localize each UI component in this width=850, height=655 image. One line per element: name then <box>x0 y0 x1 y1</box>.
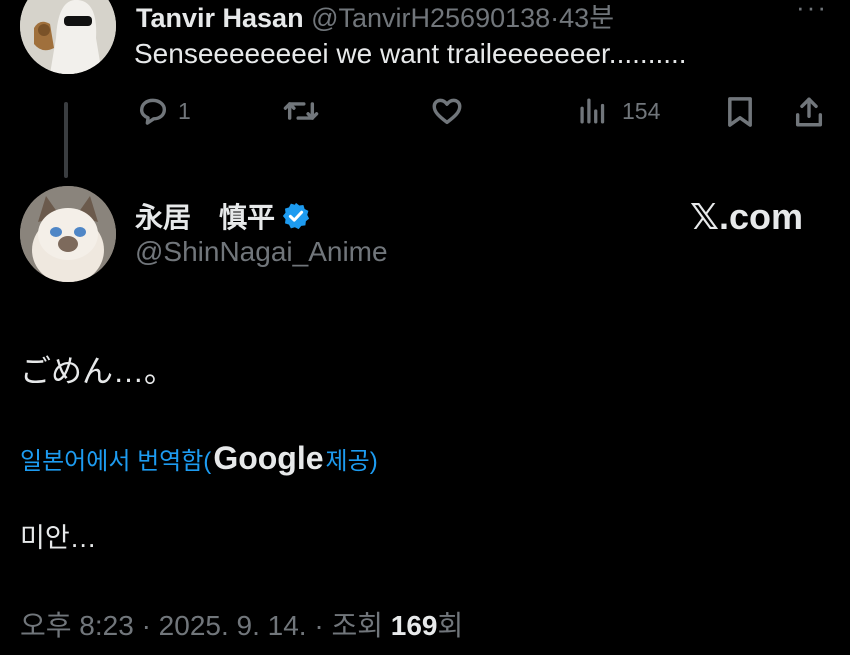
views-count: 154 <box>622 97 661 124</box>
tweet-meta: 오후 8:23 · 2025. 9. 14. · 조회 169회 <box>20 604 463 644</box>
tweet-timestamp[interactable]: 오후 8:23 · 2025. 9. 14. · 조회 <box>20 610 391 641</box>
views-button[interactable]: 154 <box>578 94 660 128</box>
google-logo: Google <box>213 440 324 476</box>
bookmark-icon <box>728 97 752 127</box>
main-tweet-text: ごめん…。 <box>20 354 175 389</box>
more-options-icon[interactable]: ··· <box>796 0 828 23</box>
view-count: 169 <box>390 610 438 641</box>
reply-time-separator: · <box>550 3 560 33</box>
reply-author-header[interactable]: Tanvir Hasan @TanvirH25690138·43분 <box>136 0 614 35</box>
reply-time[interactable]: 43분 <box>559 3 614 33</box>
heart-icon <box>432 98 462 125</box>
like-button[interactable] <box>430 94 464 128</box>
reply-text: Senseeeeeeeei we want traileeeeeeer.....… <box>134 38 687 69</box>
repost-icon <box>283 102 319 120</box>
repost-button[interactable] <box>282 94 320 128</box>
verified-badge-icon <box>282 202 310 230</box>
main-author-name[interactable]: 永居 慎平 <box>135 196 275 236</box>
share-icon <box>795 97 823 127</box>
reply-button[interactable]: 1 <box>136 94 191 128</box>
x-com-watermark: 𝕏.com <box>690 196 804 237</box>
main-author-avatar[interactable] <box>20 186 116 282</box>
translation-prefix: 일본어에서 번역함( <box>20 448 212 475</box>
reply-author-name[interactable]: Tanvir Hasan <box>136 3 304 33</box>
translated-text: 미안… <box>20 523 97 553</box>
reply-icon <box>139 98 167 125</box>
reply-author-handle[interactable]: @TanvirH25690138 <box>311 3 550 33</box>
translation-attribution-link[interactable]: 일본어에서 번역함(Google 제공) <box>20 440 378 477</box>
view-count-suffix: 회 <box>437 610 464 641</box>
thread-connector-line <box>64 102 68 178</box>
share-button[interactable] <box>792 94 826 130</box>
main-author-name-row[interactable]: 永居 慎平 <box>135 196 311 236</box>
reply-author-avatar[interactable] <box>20 0 116 74</box>
reply-count: 1 <box>178 97 191 124</box>
translation-suffix: 제공) <box>325 448 378 475</box>
bookmark-button[interactable] <box>724 94 756 130</box>
main-author-handle[interactable]: @ShinNagai_Anime <box>135 236 388 268</box>
views-chart-icon <box>580 98 605 124</box>
